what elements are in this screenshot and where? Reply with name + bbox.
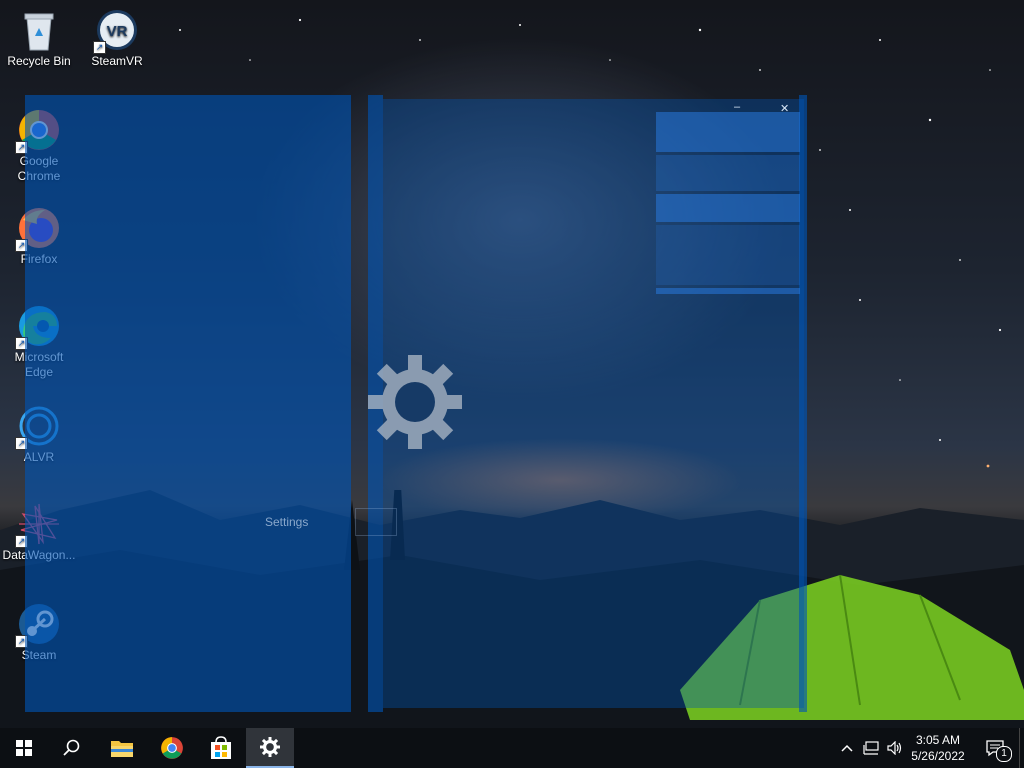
desktop-icon-recycle-bin[interactable]: Recycle Bin	[1, 8, 77, 69]
clock-time: 3:05 AM	[915, 733, 961, 747]
show-desktop-button[interactable]	[1019, 728, 1024, 768]
taskbar-chrome[interactable]	[148, 728, 196, 768]
store-icon	[211, 736, 231, 759]
windows-logo-icon	[16, 740, 32, 756]
close-button[interactable]: ✕	[780, 102, 789, 115]
shortcut-arrow-icon: ↗	[93, 41, 106, 54]
desktop-icon-steamvr[interactable]: VR ↗ SteamVR	[79, 8, 155, 69]
desktop-icon-label: Recycle Bin	[7, 54, 71, 68]
search-icon	[63, 739, 80, 756]
volume-button[interactable]	[884, 728, 906, 768]
volume-icon	[887, 741, 902, 755]
settings-splash-label: Settings	[265, 515, 309, 529]
network-icon	[863, 741, 879, 755]
taskbar-settings[interactable]	[246, 728, 294, 768]
settings-menu-bar-3[interactable]	[656, 194, 800, 222]
chrome-icon	[161, 737, 183, 759]
settings-left-pane	[25, 95, 351, 712]
search-button[interactable]	[48, 728, 96, 768]
network-button[interactable]	[860, 728, 882, 768]
settings-menu-bar-5[interactable]	[656, 288, 800, 294]
folder-icon	[111, 741, 133, 757]
taskbar: 1	[0, 728, 1024, 768]
desktop-icon-label: SteamVR	[91, 54, 143, 68]
taskbar-file-explorer[interactable]	[98, 728, 146, 768]
steamvr-icon: VR ↗	[93, 8, 139, 54]
notification-count-badge: 1	[996, 746, 1012, 762]
show-hidden-icons-button[interactable]	[838, 728, 856, 768]
settings-splash-frame	[355, 508, 397, 536]
gear-icon	[260, 737, 280, 757]
settings-menu-bar-4[interactable]	[656, 225, 800, 285]
steamvr-badge-text: VR	[107, 23, 128, 40]
taskbar-microsoft-store[interactable]	[197, 728, 245, 768]
settings-right-edge	[799, 95, 807, 712]
taskbar-clock[interactable]: 3:05 AM 5/26/2022	[904, 732, 972, 764]
minimize-button[interactable]: –	[734, 101, 740, 113]
settings-menu-bar-1[interactable]	[656, 112, 800, 152]
gear-icon	[368, 355, 462, 449]
recycle-bin-icon	[17, 8, 61, 52]
action-center-button[interactable]: 1	[978, 728, 1012, 768]
settings-menu-bar-2[interactable]	[656, 155, 800, 191]
clock-date: 5/26/2022	[911, 749, 965, 763]
chevron-up-icon	[841, 744, 853, 752]
start-button[interactable]	[0, 728, 48, 768]
